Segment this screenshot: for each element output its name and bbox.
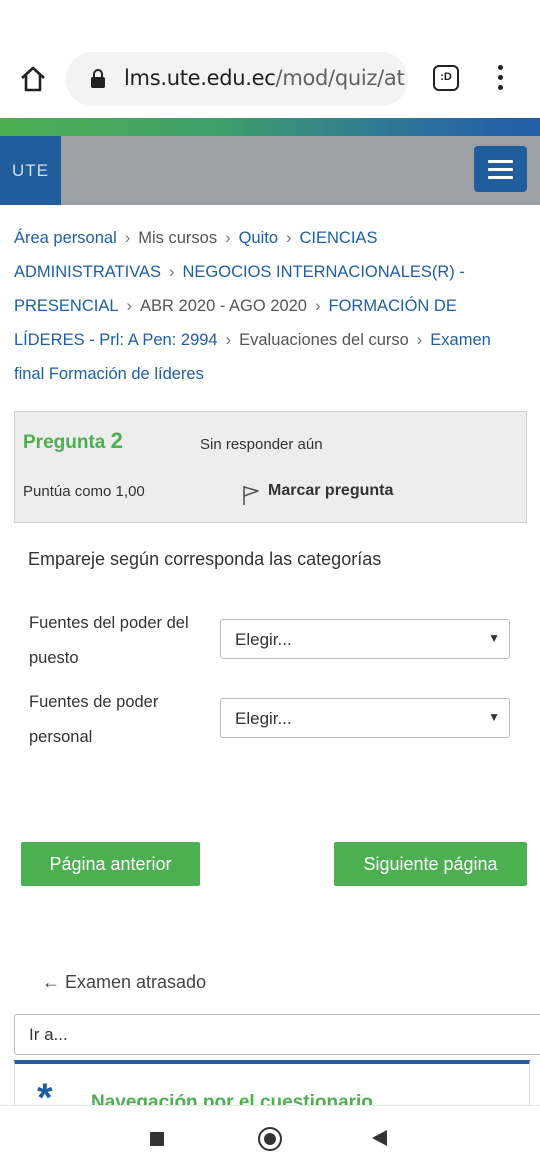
match-label-poder-puesto: Fuentes del poder del puesto	[29, 614, 189, 667]
question-number: Pregunta 2	[23, 428, 123, 454]
lock-icon	[91, 69, 105, 88]
select-value: Ir a...	[29, 1025, 68, 1044]
match-label-poder-personal: Fuentes de poder personal	[29, 693, 159, 746]
next-page-button[interactable]: Siguiente página	[334, 842, 527, 886]
dropdown-arrow-icon: ▼	[488, 710, 500, 724]
match-select-poder-personal[interactable]: Elegir... ▼	[220, 698, 510, 738]
select-value: Elegir...	[235, 709, 292, 728]
chevron-right-icon: ›	[314, 297, 321, 315]
match-select-poder-puesto[interactable]: Elegir... ▼	[220, 619, 510, 659]
hamburger-menu-button[interactable]	[474, 146, 527, 192]
select-value: Elegir...	[235, 630, 292, 649]
breadcrumb-item-periodo: ABR 2020 - AGO 2020	[140, 297, 307, 315]
url-text: lms.ute.edu.ec/mod/quiz/at	[124, 66, 405, 90]
url-path: /mod/quiz/at	[275, 66, 405, 90]
home-button-icon[interactable]	[258, 1127, 282, 1151]
browser-toolbar: lms.ute.edu.ec/mod/quiz/at :D	[0, 40, 540, 118]
breadcrumb-item-quito[interactable]: Quito	[239, 229, 278, 247]
back-icon[interactable]	[372, 1130, 387, 1146]
brand-logo[interactable]: UTE	[0, 136, 61, 205]
breadcrumb-item-mis-cursos: Mis cursos	[138, 229, 218, 247]
chevron-right-icon: ›	[169, 263, 175, 281]
previous-page-button[interactable]: Página anterior	[21, 842, 200, 886]
dropdown-arrow-icon: ▼	[488, 631, 500, 645]
flag-question-button[interactable]: Marcar pregunta	[268, 482, 393, 500]
home-icon[interactable]	[18, 64, 48, 94]
jump-to-select[interactable]: Ir a...	[14, 1014, 540, 1055]
question-label: Pregunta	[23, 432, 106, 453]
breadcrumb-item-area-personal[interactable]: Área personal	[14, 229, 117, 247]
question-state: Sin responder aún	[200, 436, 323, 453]
recents-icon[interactable]	[150, 1132, 164, 1146]
breadcrumb-item-evaluaciones: Evaluaciones del curso	[239, 331, 409, 349]
question-text: Empareje según corresponda las categoría…	[28, 549, 382, 569]
back-to-quiz-link[interactable]: ← Examen atrasado	[42, 972, 206, 993]
more-menu-icon[interactable]	[492, 65, 508, 93]
address-bar[interactable]: lms.ute.edu.ec/mod/quiz/at	[66, 52, 408, 106]
chevron-right-icon: ›	[286, 229, 292, 247]
chevron-right-icon: ›	[225, 331, 232, 349]
breadcrumb: Área personal › Mis cursos › Quito › CIENCIAS …	[14, 221, 524, 391]
status-bar	[0, 0, 540, 40]
flag-icon[interactable]	[242, 484, 260, 506]
url-host: lms.ute.edu.ec	[124, 66, 276, 90]
system-navigation-bar	[0, 1105, 540, 1171]
header-gradient-band	[0, 118, 540, 136]
question-number-value: 2	[110, 428, 123, 453]
site-navbar: UTE	[0, 136, 540, 205]
tab-switcher-icon[interactable]: :D	[433, 65, 459, 91]
question-info-box: Pregunta 2 Sin responder aún Puntúa como…	[14, 411, 527, 523]
chevron-right-icon: ›	[225, 229, 231, 247]
chevron-right-icon: ›	[126, 297, 133, 315]
chevron-right-icon: ›	[416, 331, 423, 349]
chevron-right-icon: ›	[124, 229, 131, 247]
question-grade: Puntúa como 1,00	[23, 483, 145, 500]
